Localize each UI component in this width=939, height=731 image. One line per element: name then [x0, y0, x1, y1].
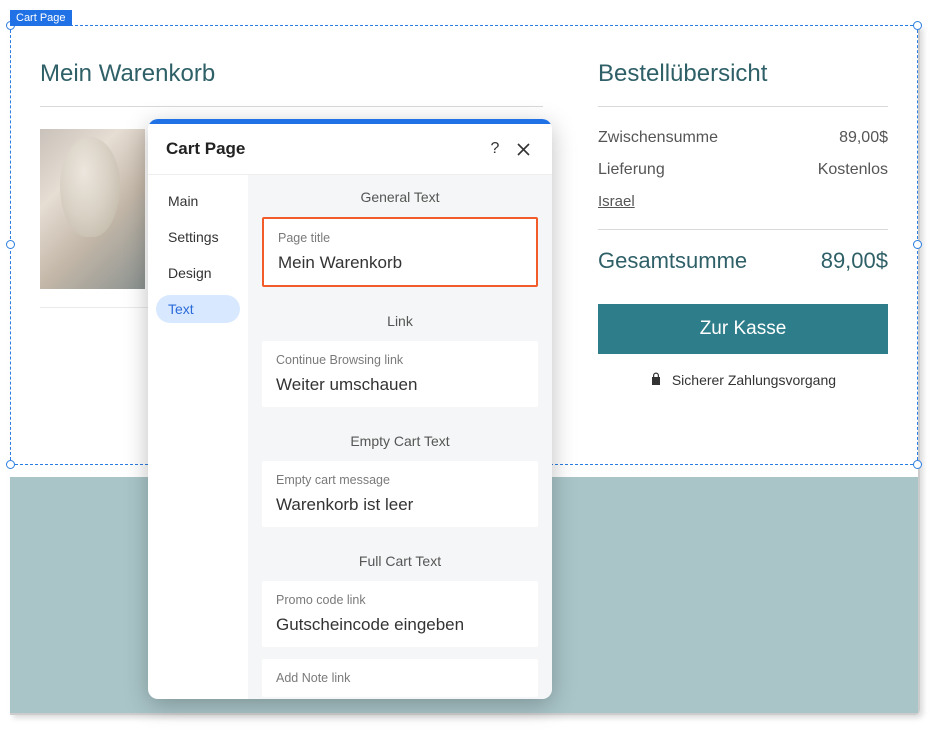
field-label: Promo code link	[276, 593, 524, 607]
field-label: Add Note link	[276, 671, 524, 685]
checkout-button[interactable]: Zur Kasse	[598, 304, 888, 354]
panel-body: Main Settings Design Text General Text P…	[148, 175, 552, 699]
tab-text[interactable]: Text	[156, 295, 240, 323]
field-continue-browsing[interactable]: Continue Browsing link Weiter umschauen	[262, 341, 538, 407]
tab-main[interactable]: Main	[156, 187, 240, 215]
shipping-location-link[interactable]: Israel	[598, 193, 635, 210]
field-value: Mein Warenkorb	[278, 253, 522, 273]
subtotal-row: Zwischensumme 89,00$	[598, 129, 888, 147]
field-empty-cart-message[interactable]: Empty cart message Warenkorb ist leer	[262, 461, 538, 527]
panel-title: Cart Page	[166, 139, 478, 159]
field-label: Page title	[278, 231, 522, 245]
field-value: Gutscheincode eingeben	[276, 615, 524, 635]
secure-payment-row: Sicherer Zahlungsvorgang	[598, 372, 888, 388]
shipping-value: Kostenlos	[818, 161, 888, 179]
field-label: Empty cart message	[276, 473, 524, 487]
field-label: Continue Browsing link	[276, 353, 524, 367]
field-value: Warenkorb ist leer	[276, 495, 524, 515]
field-page-title[interactable]: Page title Mein Warenkorb	[262, 217, 538, 287]
subtotal-value: 89,00$	[839, 129, 888, 147]
section-general-text: General Text	[248, 175, 552, 217]
settings-panel: Cart Page ? Main Settings Design Text Ge…	[148, 119, 552, 699]
section-empty-cart: Empty Cart Text	[248, 419, 552, 461]
lock-icon	[650, 372, 666, 388]
tab-design[interactable]: Design	[156, 259, 240, 287]
panel-tabs: Main Settings Design Text	[148, 175, 248, 699]
shipping-label: Lieferung	[598, 161, 665, 179]
order-summary-title: Bestellübersicht	[598, 60, 888, 107]
secure-payment-label: Sicherer Zahlungsvorgang	[672, 372, 836, 388]
order-summary-column: Bestellübersicht Zwischensumme 89,00$ Li…	[598, 60, 888, 465]
total-value: 89,00$	[821, 248, 888, 274]
cart-title: Mein Warenkorb	[40, 60, 543, 107]
section-link: Link	[248, 299, 552, 341]
panel-content-scroll[interactable]: General Text Page title Mein Warenkorb L…	[248, 175, 552, 699]
summary-divider	[598, 229, 888, 230]
product-thumbnail	[40, 129, 145, 289]
field-promo-code[interactable]: Promo code link Gutscheincode eingeben	[262, 581, 538, 647]
tab-settings[interactable]: Settings	[156, 223, 240, 251]
panel-header: Cart Page ?	[148, 124, 552, 175]
shipping-row: Lieferung Kostenlos	[598, 161, 888, 179]
close-panel-icon[interactable]	[512, 138, 534, 160]
field-add-note[interactable]: Add Note link	[262, 659, 538, 697]
section-full-cart: Full Cart Text	[248, 539, 552, 581]
total-label: Gesamtsumme	[598, 248, 747, 274]
field-value: Weiter umschauen	[276, 375, 524, 395]
subtotal-label: Zwischensumme	[598, 129, 718, 147]
help-icon[interactable]: ?	[484, 138, 506, 160]
total-row: Gesamtsumme 89,00$	[598, 248, 888, 274]
selection-label: Cart Page	[10, 10, 72, 26]
